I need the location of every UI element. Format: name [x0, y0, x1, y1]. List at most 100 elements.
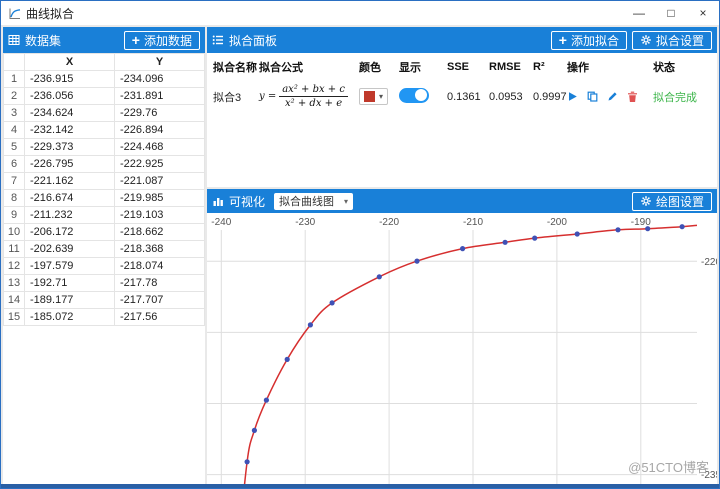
fit-formula: y = ax² + bx + c x² + dx + e — [259, 83, 359, 110]
cell-x[interactable]: -185.072 — [24, 308, 115, 326]
fit-sse-value: 0.1361 — [447, 90, 481, 103]
table-row[interactable]: 2 -236.056 -231.891 — [3, 87, 205, 105]
table-row[interactable]: 12 -197.579 -218.074 — [3, 257, 205, 275]
dataset-panel-header: 数据集 + 添加数据 — [3, 27, 205, 53]
cell-x[interactable]: -232.142 — [24, 121, 115, 139]
row-number[interactable]: 5 — [3, 138, 25, 156]
run-fit-button[interactable] — [567, 91, 578, 102]
cell-y[interactable]: -218.662 — [114, 223, 205, 241]
row-number[interactable]: 2 — [3, 87, 25, 105]
color-dropdown[interactable]: ▾ — [359, 88, 389, 105]
table-row[interactable]: 5 -229.373 -224.468 — [3, 138, 205, 156]
svg-text:-210: -210 — [463, 217, 483, 228]
cell-y[interactable]: -222.925 — [114, 155, 205, 173]
cell-x[interactable]: -221.162 — [24, 172, 115, 190]
cell-x[interactable]: -236.915 — [24, 70, 115, 88]
row-number[interactable]: 8 — [3, 189, 25, 207]
table-row[interactable]: 1 -236.915 -234.096 — [3, 70, 205, 88]
edit-fit-button[interactable] — [607, 91, 618, 102]
table-row[interactable]: 11 -202.639 -218.368 — [3, 240, 205, 258]
table-row[interactable]: 14 -189.177 -217.707 — [3, 291, 205, 309]
table-row[interactable]: 15 -185.072 -217.56 — [3, 308, 205, 326]
row-number[interactable]: 9 — [3, 206, 25, 224]
caret-down-icon: ▾ — [344, 196, 349, 206]
plus-icon: + — [558, 32, 567, 48]
plot-settings-label: 绘图设置 — [655, 194, 704, 209]
add-fit-button[interactable]: + 添加拟合 — [550, 30, 627, 50]
cell-x[interactable]: -236.056 — [24, 87, 115, 105]
chart-type-select[interactable]: 拟合曲线图 ▾ — [274, 192, 354, 210]
add-data-button[interactable]: + 添加数据 — [123, 30, 200, 50]
fit-curve-chart[interactable]: -240-230-220-210-200-190-220-235 @51CTO博… — [207, 213, 717, 484]
cell-y[interactable]: -218.074 — [114, 257, 205, 275]
table-row[interactable]: 8 -216.674 -219.985 — [3, 189, 205, 207]
cell-x[interactable]: -197.579 — [24, 257, 115, 275]
table-row[interactable]: 13 -192.71 -217.78 — [3, 274, 205, 292]
table-row[interactable]: 9 -211.232 -219.103 — [3, 206, 205, 224]
cell-y[interactable]: -224.468 — [114, 138, 205, 156]
list-icon — [212, 34, 224, 46]
row-number[interactable]: 13 — [3, 274, 25, 292]
cell-y[interactable]: -234.096 — [114, 70, 205, 88]
gear-icon — [640, 34, 652, 46]
close-button[interactable]: × — [687, 1, 719, 25]
row-number[interactable]: 1 — [3, 70, 25, 88]
dataset-table: X Y 1 -236.915 -234.096 2 -236.056 -231.891 3-… — [3, 53, 205, 326]
row-number[interactable]: 3 — [3, 104, 25, 122]
fitting-panel-title: 拟合面板 — [229, 33, 278, 48]
cell-x[interactable]: -189.177 — [24, 291, 115, 309]
minimize-button[interactable]: — — [623, 1, 655, 25]
row-number[interactable]: 15 — [3, 308, 25, 326]
table-row[interactable]: 10 -206.172 -218.662 — [3, 223, 205, 241]
cell-x[interactable]: -211.232 — [24, 206, 115, 224]
cell-x[interactable]: -234.624 — [24, 104, 115, 122]
delete-fit-button[interactable] — [627, 91, 638, 103]
table-row[interactable]: 7 -221.162 -221.087 — [3, 172, 205, 190]
cell-y[interactable]: -226.894 — [114, 121, 205, 139]
cell-x[interactable]: -229.373 — [24, 138, 115, 156]
fit-display-cell — [399, 87, 447, 106]
cell-y[interactable]: -231.891 — [114, 87, 205, 105]
display-toggle[interactable] — [399, 87, 429, 103]
row-number[interactable]: 7 — [3, 172, 25, 190]
maximize-button[interactable]: □ — [655, 1, 687, 25]
row-number[interactable]: 14 — [3, 291, 25, 309]
copy-fit-button[interactable] — [587, 91, 598, 102]
fit-settings-button[interactable]: 拟合设置 — [631, 30, 712, 50]
cell-y[interactable]: -217.78 — [114, 274, 205, 292]
row-number[interactable]: 4 — [3, 121, 25, 139]
row-number[interactable]: 11 — [3, 240, 25, 258]
plot-settings-button[interactable]: 绘图设置 — [631, 191, 712, 211]
table-row[interactable]: 4 -232.142 -226.894 — [3, 121, 205, 139]
cell-x[interactable]: -192.71 — [24, 274, 115, 292]
cell-y[interactable]: -221.087 — [114, 172, 205, 190]
row-number[interactable]: 12 — [3, 257, 25, 275]
window-controls: — □ × — [623, 1, 719, 25]
cell-x[interactable]: -202.639 — [24, 240, 115, 258]
row-number[interactable]: 10 — [3, 223, 25, 241]
watermark: @51CTO博客 — [628, 460, 709, 475]
cell-y[interactable]: -229.76 — [114, 104, 205, 122]
column-header-y[interactable]: Y — [114, 53, 205, 71]
title-bar: 曲线拟合 — □ × — [1, 1, 719, 25]
fit-column-header: 颜色 — [359, 62, 381, 74]
cell-y[interactable]: -217.56 — [114, 308, 205, 326]
window-bottom-border — [1, 484, 719, 488]
add-data-label: 添加数据 — [143, 33, 192, 48]
fit-column-header: 拟合名称 — [213, 62, 257, 74]
caret-down-icon: ▾ — [379, 92, 384, 101]
column-header-x[interactable]: X — [24, 53, 115, 71]
gear-icon — [640, 195, 652, 207]
dataset-panel-title: 数据集 — [25, 33, 62, 48]
cell-x[interactable]: -206.172 — [24, 223, 115, 241]
cell-y[interactable]: -219.103 — [114, 206, 205, 224]
table-row[interactable]: 3 -234.624 -229.76 — [3, 104, 205, 122]
cell-x[interactable]: -226.795 — [24, 155, 115, 173]
table-row[interactable]: 6 -226.795 -222.925 — [3, 155, 205, 173]
cell-y[interactable]: -219.985 — [114, 189, 205, 207]
cell-y[interactable]: -218.368 — [114, 240, 205, 258]
fit-column-header: 显示 — [399, 62, 421, 74]
cell-y[interactable]: -217.707 — [114, 291, 205, 309]
row-number[interactable]: 6 — [3, 155, 25, 173]
cell-x[interactable]: -216.674 — [24, 189, 115, 207]
